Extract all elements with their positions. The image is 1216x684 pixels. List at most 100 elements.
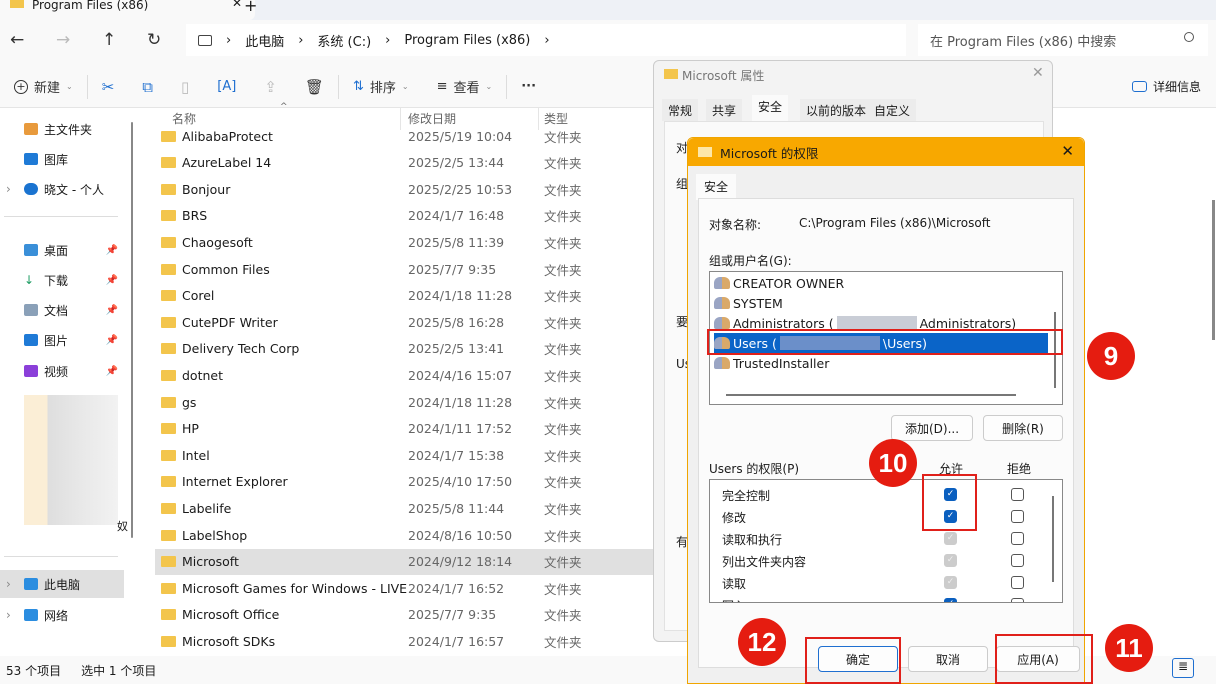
sidebar-item-this-pc[interactable]: ›此电脑 [0, 570, 124, 598]
deny-checkbox[interactable] [1011, 554, 1024, 567]
file-name: CutePDF Writer [182, 315, 278, 330]
tab-customize[interactable]: 自定义 [868, 99, 916, 121]
list-item[interactable]: TrustedInstaller [714, 353, 1048, 373]
cut-icon[interactable]: ✂ [88, 78, 129, 96]
list-item[interactable]: SYSTEM [714, 293, 1048, 313]
close-tab-icon[interactable]: ✕ [232, 0, 242, 8]
file-row[interactable]: Corel2024/1/18 11:28文件夹 [155, 283, 655, 309]
share-icon[interactable]: ⇪ [250, 78, 291, 96]
file-row[interactable]: CutePDF Writer2025/5/8 16:28文件夹 [155, 309, 655, 335]
scrollbar[interactable] [1212, 200, 1215, 340]
close-icon[interactable]: ✕ [1032, 65, 1044, 81]
view-button[interactable]: ≡查看⌄ [423, 77, 507, 96]
horizontal-scrollbar[interactable] [726, 394, 1016, 396]
file-row[interactable]: LabelShop2024/8/16 10:50文件夹 [155, 522, 655, 548]
list-item[interactable]: CREATOR OWNER [714, 273, 1048, 293]
pin-icon[interactable]: 📌 [106, 305, 118, 316]
tab-previous-versions[interactable]: 以前的版本 [800, 99, 872, 121]
sidebar-item-downloads[interactable]: ↓下载📌 [0, 266, 124, 294]
tab-security[interactable]: 安全 [752, 95, 788, 121]
file-row[interactable]: Internet Explorer2025/4/10 17:50文件夹 [155, 469, 655, 495]
allow-checkbox[interactable]: ✓ [944, 488, 957, 501]
tab-sharing[interactable]: 共享 [706, 99, 742, 121]
allow-checkbox[interactable]: ✓ [944, 598, 957, 603]
details-view-button[interactable]: ≣ [1172, 658, 1194, 678]
deny-checkbox[interactable] [1011, 576, 1024, 589]
user-name: SYSTEM [733, 296, 783, 311]
new-button[interactable]: +新建⌄ [0, 77, 87, 96]
remove-button[interactable]: 删除(R) [983, 415, 1063, 441]
paste-icon[interactable]: ▯ [167, 78, 203, 96]
sidebar-item-network[interactable]: ›网络 [0, 601, 124, 629]
sidebar-scrollbar[interactable] [131, 122, 133, 538]
vertical-scrollbar[interactable] [1054, 312, 1056, 388]
file-row[interactable]: Common Files2025/7/7 9:35文件夹 [155, 256, 655, 282]
deny-checkbox[interactable] [1011, 510, 1024, 523]
tab-program-files[interactable]: Program Files (x86) ✕ [0, 0, 255, 20]
new-tab-button[interactable]: + [244, 0, 257, 15]
breadcrumb-this-pc[interactable]: 此电脑 [245, 31, 284, 50]
sidebar-item-home[interactable]: 主文件夹 [0, 115, 124, 143]
pin-icon[interactable]: 📌 [106, 335, 118, 346]
file-row[interactable]: gs2024/1/18 11:28文件夹 [155, 389, 655, 415]
deny-checkbox[interactable] [1011, 532, 1024, 545]
pin-icon[interactable]: 📌 [106, 275, 118, 286]
file-row[interactable]: Chaogesoft2025/5/8 11:39文件夹 [155, 229, 655, 255]
address-bar[interactable]: › 此电脑 › 系统 (C:) › Program Files (x86) › [186, 24, 906, 56]
file-row[interactable]: Microsoft SDKs2024/1/7 16:57文件夹 [155, 628, 655, 654]
rename-icon[interactable]: [A] [203, 79, 250, 94]
vertical-scrollbar[interactable] [1052, 496, 1054, 582]
ok-button[interactable]: 确定 [818, 646, 898, 672]
forward-button[interactable]: → [56, 30, 70, 50]
list-item[interactable]: Administrators (Administrators) [714, 313, 1048, 333]
sidebar-item-pictures[interactable]: 图片📌 [0, 326, 124, 354]
file-row[interactable]: Microsoft Games for Windows - LIVE2024/1… [155, 575, 655, 601]
file-row[interactable]: AlibabaProtect2025/5/19 10:04文件夹 [155, 123, 655, 149]
deny-checkbox[interactable] [1011, 488, 1024, 501]
back-button[interactable]: ← [10, 30, 24, 50]
allow-checkbox[interactable]: ✓ [944, 554, 957, 567]
file-row[interactable]: Bonjour2025/2/25 10:53文件夹 [155, 176, 655, 202]
permission-row: 修改✓ [722, 506, 1062, 528]
refresh-button[interactable]: ↻ [147, 30, 161, 50]
up-button[interactable]: ↑ [102, 30, 116, 50]
file-row[interactable]: AzureLabel 142025/2/5 13:44文件夹 [155, 150, 655, 176]
allow-checkbox[interactable]: ✓ [944, 510, 957, 523]
breadcrumb-program-files[interactable]: Program Files (x86) [404, 33, 530, 48]
file-row[interactable]: Delivery Tech Corp2025/2/5 13:41文件夹 [155, 336, 655, 362]
sidebar-item-gallery[interactable]: 图库 [0, 145, 124, 173]
user-list[interactable]: CREATOR OWNER SYSTEM Administrators (Adm… [709, 271, 1063, 405]
allow-checkbox[interactable]: ✓ [944, 576, 957, 589]
breadcrumb-c-drive[interactable]: 系统 (C:) [317, 31, 371, 50]
search-input[interactable]: 在 Program Files (x86) 中搜索 [918, 24, 1208, 56]
sidebar-label: 视频 [44, 363, 68, 380]
sidebar-item-documents[interactable]: 文档📌 [0, 296, 124, 324]
list-item-selected[interactable]: Users (\Users) [714, 333, 1048, 353]
cancel-button[interactable]: 取消 [908, 646, 988, 672]
tab-general[interactable]: 常规 [662, 99, 698, 121]
pin-icon[interactable]: 📌 [106, 366, 118, 377]
sidebar-item-videos[interactable]: 视频 📌 [0, 357, 124, 385]
apply-button[interactable]: 应用(A) [996, 646, 1080, 672]
copy-icon[interactable]: ⧉ [128, 78, 167, 96]
allow-checkbox[interactable]: ✓ [944, 532, 957, 545]
pin-icon[interactable]: 📌 [106, 245, 118, 256]
file-row[interactable]: dotnet2024/4/16 15:07文件夹 [155, 362, 655, 388]
close-icon[interactable]: ✕ [1061, 142, 1074, 160]
file-row[interactable]: Labelife2025/5/8 11:44文件夹 [155, 495, 655, 521]
file-row[interactable]: Microsoft2024/9/12 18:14文件夹 [155, 549, 655, 575]
file-row[interactable]: BRS2024/1/7 16:48文件夹 [155, 203, 655, 229]
add-button[interactable]: 添加(D)... [891, 415, 973, 441]
more-button[interactable]: ··· [507, 79, 550, 94]
file-name: Microsoft Games for Windows - LIVE [182, 581, 407, 596]
deny-checkbox[interactable] [1011, 598, 1024, 603]
tab-security[interactable]: 安全 [696, 174, 736, 200]
file-row[interactable]: HP2024/1/11 17:52文件夹 [155, 416, 655, 442]
details-pane-button[interactable]: 详细信息 [1132, 78, 1201, 95]
sidebar-item-onedrive[interactable]: ›晓文 - 个人 [0, 175, 124, 203]
file-row[interactable]: Intel2024/1/7 15:38文件夹 [155, 442, 655, 468]
sort-button[interactable]: ⇅排序⌄ [339, 77, 423, 96]
sidebar-item-desktop[interactable]: 桌面📌 [0, 236, 124, 264]
file-row[interactable]: Microsoft Office2025/7/7 9:35文件夹 [155, 602, 655, 628]
delete-icon[interactable]: 🗑 [291, 78, 338, 96]
